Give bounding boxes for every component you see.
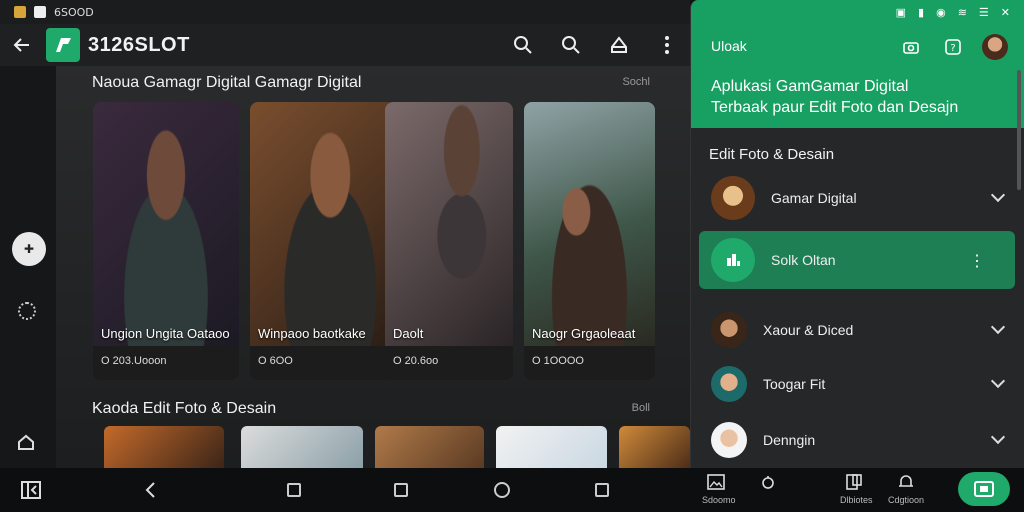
more-vert-icon[interactable] [654,32,680,58]
item-label: Gamar Digital [771,190,857,206]
gallery-icon[interactable] [702,468,730,496]
item-avatar [711,422,747,458]
app-logo [46,28,80,62]
recents-icon[interactable] [284,468,304,512]
card-meta: O 20.6oo [393,355,439,367]
item-label: Toogar Fit [763,376,826,392]
item-label: Xaour & Diced [763,322,854,338]
card-caption: Winpaoo baotkake [258,326,366,341]
image-card[interactable]: Winpaoo baotkake O 6OO [250,102,396,380]
add-button[interactable]: ✚ [12,232,46,266]
overview-icon[interactable] [391,468,411,512]
back-icon[interactable] [138,468,162,512]
share-icon[interactable] [606,32,632,58]
image-card[interactable]: Naogr Grgaoleaat O 1OOOO [524,102,655,380]
sidebar-toggle-icon[interactable] [14,468,48,512]
app-notification-icon [34,6,46,18]
status-time: 6SOOD [54,5,94,19]
card-caption: Naogr Grgaoleaat [532,326,636,341]
card-image [250,102,396,346]
camera-icon[interactable] [898,34,924,60]
close-icon[interactable]: ✕ [1001,6,1010,19]
card-image [524,102,655,346]
item-avatar [711,176,755,220]
item-label: Solk Oltan [771,252,836,268]
panel-label: Uloak [711,38,747,54]
panel-header: Uloak ? Aplukasi GamGamar Digital Terbaa… [691,24,1024,128]
back-arrow-icon[interactable] [0,24,44,66]
help-icon[interactable]: ? [940,34,966,60]
list-item[interactable]: Gamar Digital [691,170,1024,226]
thumbnail[interactable] [241,426,363,468]
main-content: Naoua Gamagr Digital Gamagr Digital Soch… [56,66,690,468]
menu-icon: ☰ [978,6,989,19]
list-item[interactable]: Denngin [691,412,1024,468]
section-title-2: Kaoda Edit Foto & Desain [92,400,277,417]
left-rail: ✚ [0,66,56,468]
timer-icon[interactable] [758,468,778,496]
navigation-bar: Sdoomo Dlbiotes Cdgtioon [0,468,1024,512]
list-item[interactable]: Xaour & Diced [691,302,1024,358]
panel-subtitle: Edit Foto & Desain [709,146,835,163]
battery-icon: ▮ [918,6,925,19]
more-vert-icon[interactable]: ⋮ [969,251,985,271]
card-image [93,102,239,346]
section-more-link[interactable]: Sochl [622,76,650,88]
pages-icon[interactable] [842,468,866,496]
chevron-down-icon[interactable] [990,319,1006,335]
thumbnail[interactable] [496,426,607,468]
search-icon-2[interactable] [558,32,584,58]
app-title: 3126SLOT [88,33,190,56]
search-icon[interactable] [510,32,536,58]
card-caption: Ungion Ungita Oataoo [101,326,230,341]
notification-icon [14,6,26,18]
card-meta: O 1OOOO [532,355,584,367]
card-image [385,102,513,346]
chevron-down-icon[interactable] [990,187,1006,203]
card-meta: O 203.Uooon [101,355,167,367]
home-circle-icon[interactable] [492,468,512,512]
thumbnail[interactable] [375,426,484,468]
nav-label-2: Dlbiotes [840,495,873,505]
card-caption: Daolt [393,326,424,341]
item-avatar [711,366,747,402]
headline-line-2: Terbaak paur Edit Foto dan Desajn [711,99,959,116]
sim-icon: ▣ [895,6,907,19]
headline-line-1: Aplukasi GamGamar Digital [711,78,909,95]
signal-icon: ≋ [957,6,967,19]
home-icon[interactable] [16,432,36,452]
item-avatar [711,312,747,348]
list-item[interactable]: Toogar Fit [691,356,1024,412]
square-icon[interactable] [592,468,612,512]
section-title: Naoua Gamagr Digital Gamagr Digital [92,74,362,91]
thumbnail[interactable] [104,426,224,468]
list-item-selected[interactable]: Solk Oltan ⋮ [699,231,1015,289]
wifi-icon: ◉ [936,6,946,19]
item-label: Denngin [763,432,816,448]
panel-headline: Aplukasi GamGamar Digital Terbaak paur E… [711,76,958,118]
open-gallery-button[interactable] [958,472,1010,506]
svg-text:?: ? [950,43,955,54]
bell-icon[interactable] [894,468,918,496]
app-bar: 3126SLOT [0,24,690,66]
nav-label-3: Cdgtioon [888,495,925,505]
image-card[interactable]: Daolt O 20.6oo [385,102,513,380]
section-more-link-2[interactable]: Boll [632,402,650,414]
status-bar: 6SOOD [0,0,690,24]
loading-icon[interactable] [18,302,36,320]
item-avatar [711,238,755,282]
image-card[interactable]: Ungion Ungita Oataoo O 203.Uooon [93,102,239,380]
chevron-down-icon[interactable] [990,373,1006,389]
nav-label-1: Sdoomo [702,495,736,505]
chevron-down-icon[interactable] [990,429,1006,445]
thumbnail[interactable] [619,426,690,468]
panel-status-bar: ▣ ▮ ◉ ≋ ☰ ✕ [691,0,1024,24]
side-panel: ▣ ▮ ◉ ≋ ☰ ✕ Uloak ? Aplukasi GamGamar Di… [690,0,1024,468]
card-meta: O 6OO [258,355,293,367]
avatar[interactable] [982,34,1008,60]
